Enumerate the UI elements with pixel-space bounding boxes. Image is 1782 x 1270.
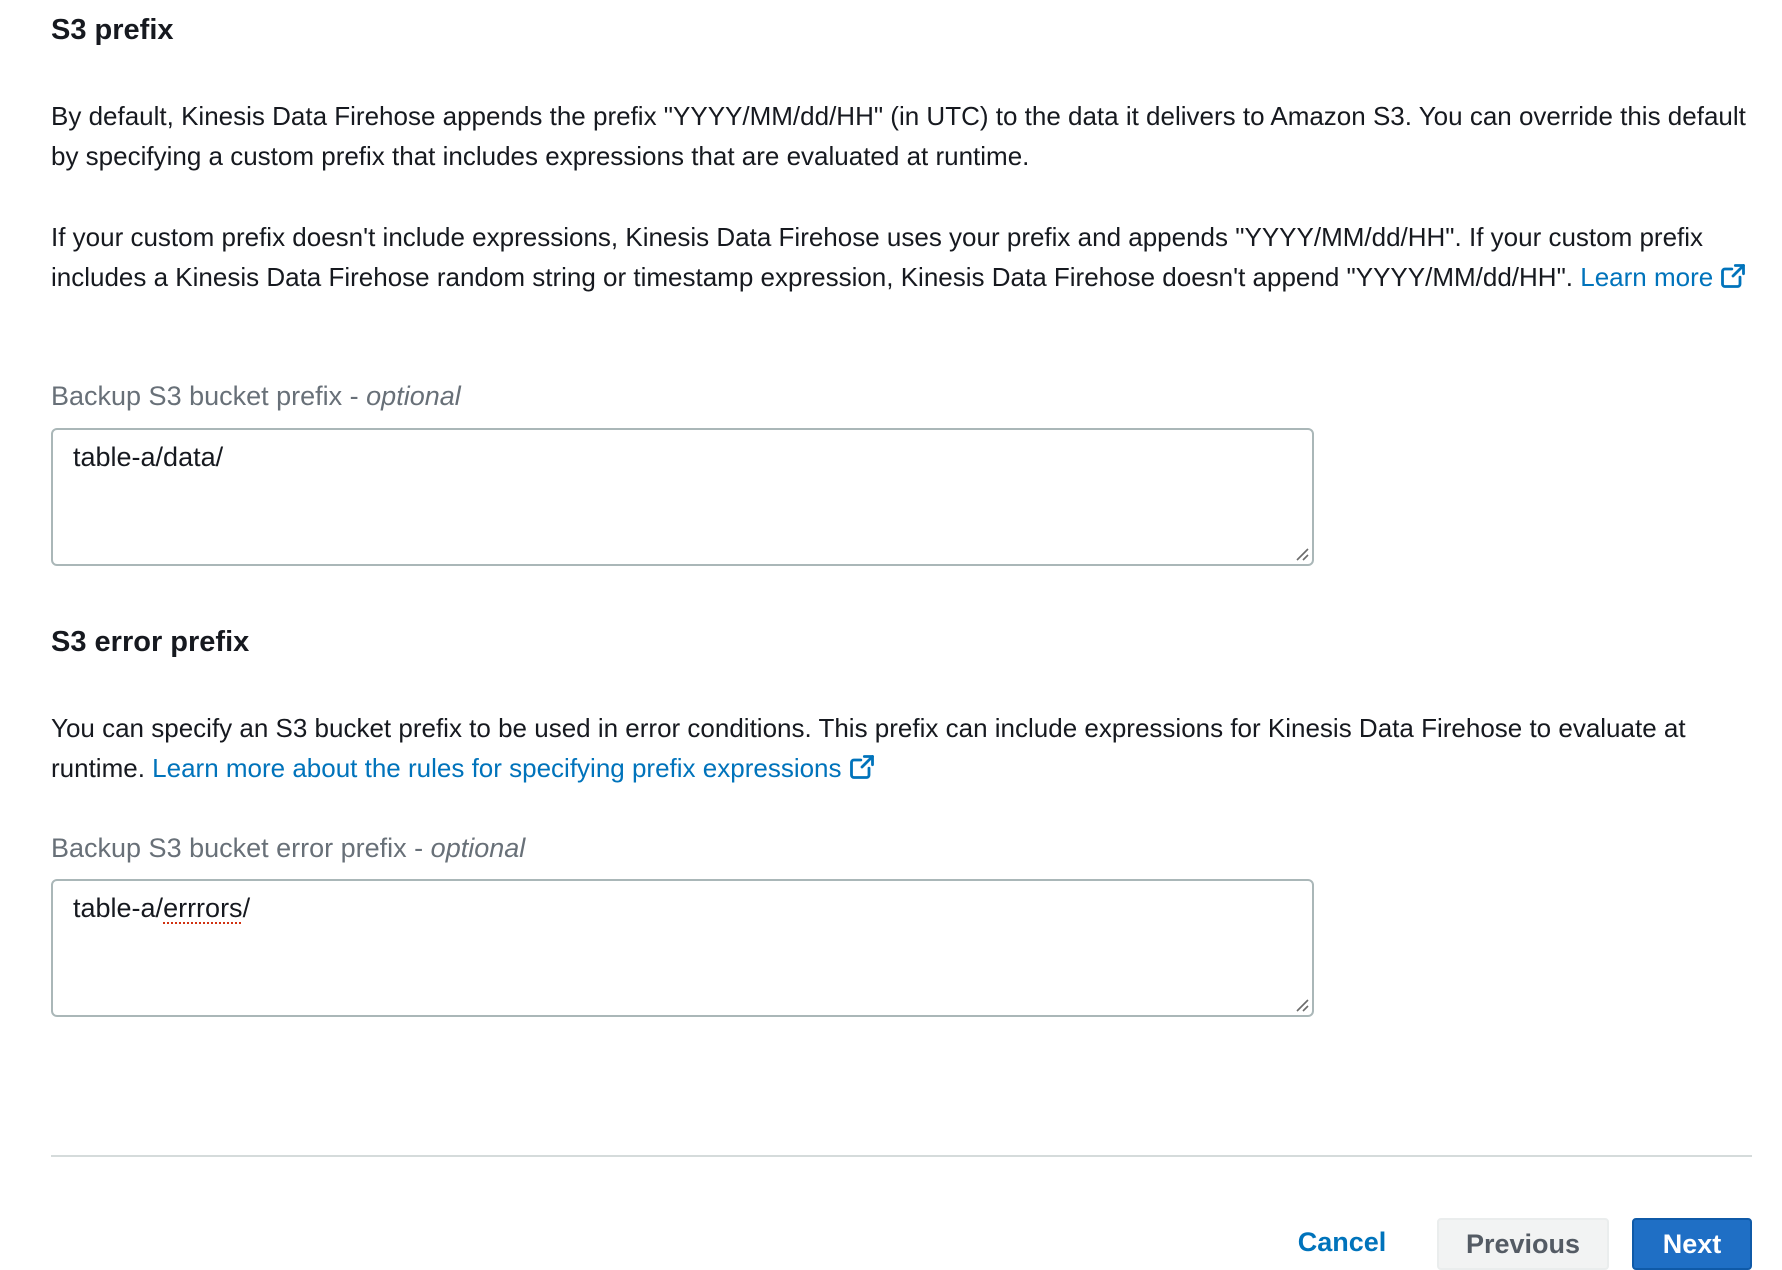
backup-error-prefix-optional: optional bbox=[430, 833, 526, 863]
backup-error-prefix-value: table-a/errrors/ bbox=[73, 893, 250, 924]
learn-more-link[interactable]: Learn more bbox=[1580, 262, 1747, 292]
backup-prefix-label-text: Backup S3 bucket prefix - bbox=[51, 381, 367, 411]
backup-prefix-value: table-a/data/ bbox=[73, 442, 224, 472]
s3-prefix-title: S3 prefix bbox=[51, 14, 174, 46]
external-link-icon bbox=[1721, 264, 1746, 288]
s3-error-prefix-title: S3 error prefix bbox=[51, 626, 250, 658]
s3-prefix-section: S3 prefix bbox=[51, 14, 1751, 47]
resize-handle-icon[interactable] bbox=[1293, 996, 1309, 1012]
s3-prefix-desc2: If your custom prefix doesn't include ex… bbox=[51, 222, 1704, 292]
error-prefix-value-part1: table-a/ bbox=[73, 893, 164, 923]
s3-prefix-description-1: By default, Kinesis Data Firehose append… bbox=[51, 96, 1751, 176]
backup-prefix-optional: optional bbox=[366, 381, 461, 411]
prefix-rules-link[interactable]: Learn more about the rules for specifyin… bbox=[152, 753, 875, 783]
backup-error-prefix-label-text: Backup S3 bucket error prefix - bbox=[51, 833, 431, 863]
footer-divider bbox=[51, 1155, 1752, 1157]
s3-error-prefix-desc-paragraph: You can specify an S3 bucket prefix to b… bbox=[51, 708, 1761, 788]
backup-prefix-textarea[interactable]: table-a/data/ bbox=[51, 428, 1314, 566]
learn-more-link-text: Learn more bbox=[1580, 262, 1714, 292]
error-prefix-value-part3: / bbox=[242, 893, 251, 923]
previous-button[interactable]: Previous bbox=[1437, 1218, 1609, 1270]
backup-prefix-label-row: Backup S3 bucket prefix - optional bbox=[51, 381, 1751, 412]
resize-handle-icon[interactable] bbox=[1293, 545, 1309, 561]
s3-prefix-desc1: By default, Kinesis Data Firehose append… bbox=[51, 101, 1746, 171]
backup-error-prefix-textarea[interactable]: table-a/errrors/ bbox=[51, 879, 1314, 1017]
s3-prefix-description-2: If your custom prefix doesn't include ex… bbox=[51, 217, 1751, 297]
cancel-button[interactable]: Cancel bbox=[1282, 1218, 1402, 1270]
s3-error-prefix-section: S3 error prefix bbox=[51, 626, 1751, 659]
backup-error-prefix-label-row: Backup S3 bucket error prefix - optional bbox=[51, 833, 1751, 864]
s3-prefix-desc2-paragraph: If your custom prefix doesn't include ex… bbox=[51, 217, 1761, 297]
spellcheck-misspelled-word: errrors bbox=[163, 893, 243, 923]
prefix-rules-link-text: Learn more about the rules for specifyin… bbox=[152, 753, 842, 783]
next-button[interactable]: Next bbox=[1632, 1218, 1752, 1270]
backup-prefix-label: Backup S3 bucket prefix - optional bbox=[51, 381, 461, 411]
s3-error-prefix-description: You can specify an S3 bucket prefix to b… bbox=[51, 708, 1751, 788]
backup-error-prefix-label: Backup S3 bucket error prefix - optional bbox=[51, 833, 525, 863]
external-link-icon bbox=[849, 755, 874, 779]
